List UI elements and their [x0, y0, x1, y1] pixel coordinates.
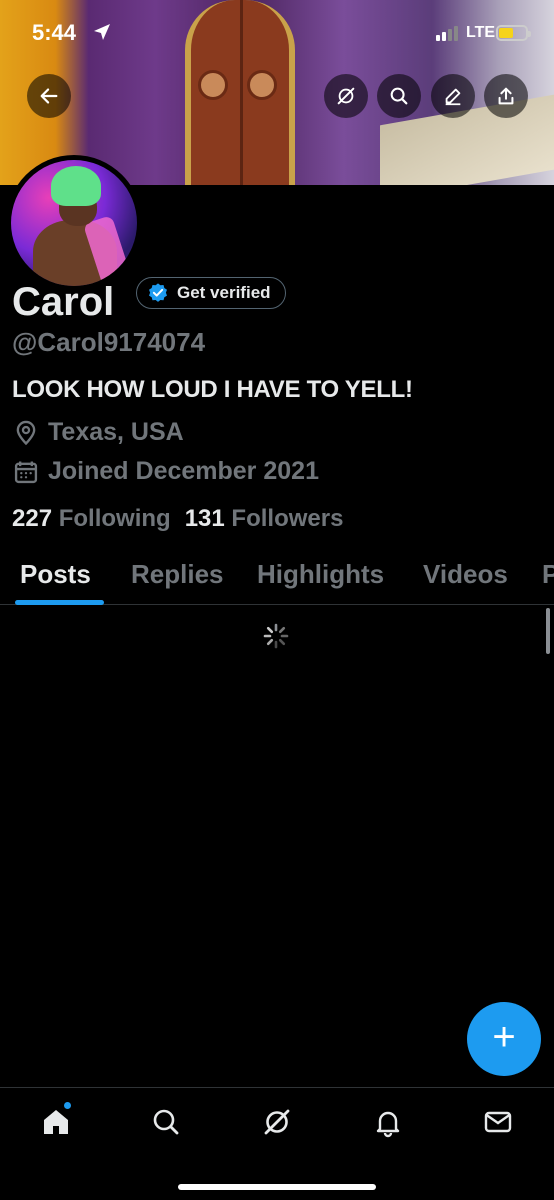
- loading-spinner-icon: [263, 623, 289, 649]
- tab-videos[interactable]: Videos: [423, 559, 508, 590]
- followers-count: 131: [184, 505, 225, 532]
- get-verified-button[interactable]: Get verified: [136, 277, 286, 309]
- battery-icon: [496, 25, 531, 41]
- share-icon: [498, 87, 514, 105]
- signal-icon: [436, 26, 458, 41]
- edit-button[interactable]: [431, 74, 475, 118]
- following-label: Following: [58, 505, 171, 532]
- arrow-left-icon: [40, 88, 58, 104]
- profile-joined: Joined December 2021: [12, 457, 319, 486]
- tab-partial[interactable]: P: [542, 559, 554, 590]
- status-time: 5:44: [32, 20, 77, 45]
- tab-highlights[interactable]: Highlights: [257, 559, 384, 590]
- profile-handle: @Carol9174074: [12, 327, 206, 357]
- tab-posts[interactable]: Posts: [20, 559, 91, 590]
- following-count: 227: [12, 505, 53, 532]
- scrollbar[interactable]: [546, 608, 550, 654]
- verified-badge-icon: [149, 283, 167, 302]
- network-label: LTE: [466, 24, 496, 41]
- profile-tabs: Posts Replies Highlights Videos P: [0, 553, 554, 605]
- edit-icon: [445, 88, 461, 106]
- tab-replies[interactable]: Replies: [131, 559, 224, 590]
- home-notification-dot: [64, 1102, 71, 1109]
- notifications-icon[interactable]: [372, 1106, 404, 1138]
- joined-label: Joined December 2021: [48, 457, 319, 485]
- plus-icon: +: [492, 1015, 516, 1059]
- followers-link[interactable]: 131 Followers: [185, 505, 344, 533]
- share-button[interactable]: [484, 74, 528, 118]
- profile-stats: 227 Following 131 Followers: [12, 505, 343, 533]
- location-label: Texas, USA: [48, 418, 184, 446]
- profile-name: Carol: [12, 280, 115, 324]
- grok-icon: [337, 87, 355, 105]
- grok-button[interactable]: [324, 74, 368, 118]
- get-verified-label: Get verified: [177, 283, 271, 302]
- search-icon: [390, 87, 408, 105]
- search-icon[interactable]: [150, 1106, 182, 1138]
- calendar-icon: [14, 461, 38, 483]
- profile-bio: LOOK HOW LOUD I HAVE TO YELL!: [12, 376, 413, 403]
- search-button[interactable]: [377, 74, 421, 118]
- grok-icon[interactable]: [261, 1106, 293, 1138]
- status-bar: 5:44 LTE: [0, 0, 554, 62]
- followers-label: Followers: [231, 505, 344, 532]
- following-link[interactable]: 227 Following: [12, 505, 171, 533]
- profile-location: Texas, USA: [12, 418, 184, 447]
- messages-icon[interactable]: [482, 1106, 514, 1138]
- avatar[interactable]: [6, 155, 142, 291]
- bottom-nav: [0, 1087, 554, 1200]
- compose-post-button[interactable]: +: [467, 1002, 541, 1076]
- home-indicator: [178, 1184, 376, 1190]
- back-button[interactable]: [27, 74, 71, 118]
- home-icon[interactable]: [40, 1106, 72, 1138]
- active-tab-indicator: [15, 600, 104, 605]
- location-pin-icon: [16, 420, 36, 445]
- location-arrow-icon: [94, 24, 110, 40]
- avatar-image: [11, 160, 137, 286]
